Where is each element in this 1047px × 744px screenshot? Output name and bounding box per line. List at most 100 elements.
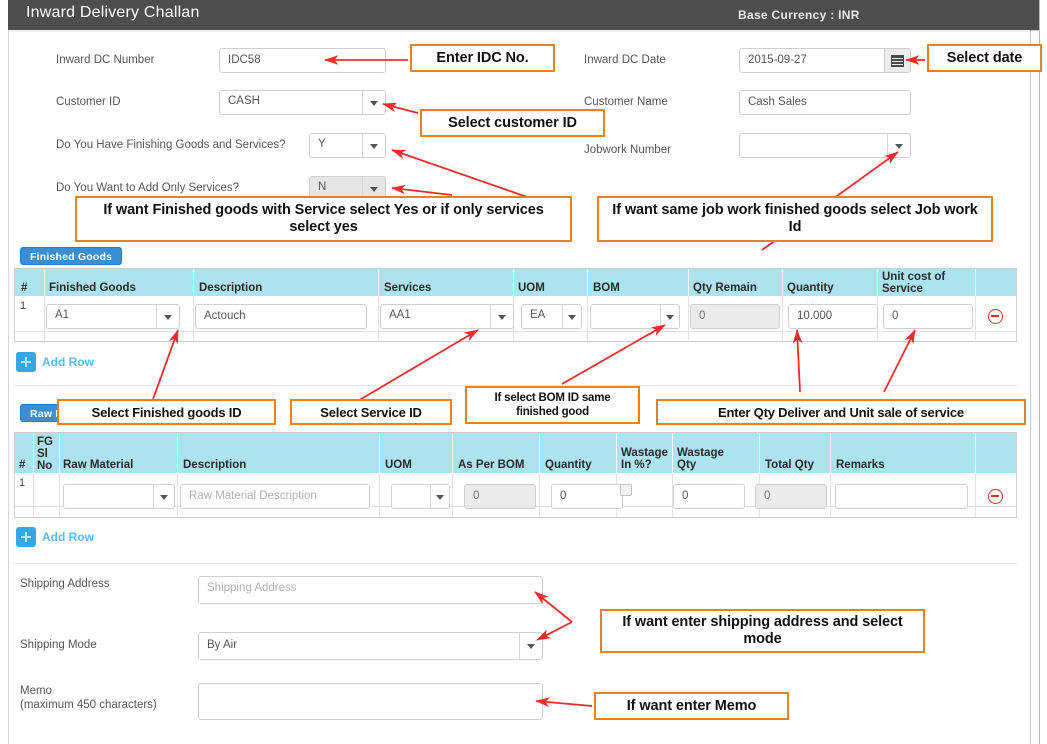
chevron-down-icon[interactable]: [156, 305, 179, 328]
label-jobwork-number: Jobwork Number: [584, 144, 671, 156]
row-remarks-input[interactable]: [835, 484, 968, 509]
customer-name-input[interactable]: Cash Sales: [739, 90, 911, 115]
col-header-remarks: Remarks: [836, 459, 885, 471]
jobwork-number-select[interactable]: [739, 133, 911, 158]
row-bom-select[interactable]: [590, 304, 680, 329]
shipping-mode-value: By Air: [207, 639, 238, 651]
annotation-select-date: Select date: [927, 44, 1042, 72]
header-divider: [8, 30, 1031, 32]
annotation-select-finished-goods-id: Select Finished goods ID: [57, 399, 276, 425]
plus-icon: [21, 532, 31, 542]
annotation-enter-idc-no: Enter IDC No.: [410, 44, 555, 72]
label-memo-sublabel: (maximum 450 characters): [20, 699, 157, 711]
row-finished-goods-select[interactable]: A1: [46, 304, 180, 329]
memo-textarea[interactable]: [198, 683, 543, 720]
add-row-label: Add Row: [42, 355, 94, 369]
label-inward-dc-date: Inward DC Date: [584, 54, 666, 66]
row-raw-material-select[interactable]: [63, 484, 175, 509]
plus-icon: [21, 357, 31, 367]
col-header-raw-material: Raw Material: [63, 459, 134, 471]
annotation-finished-goods-service-hint: If want Finished goods with Service sele…: [75, 196, 572, 242]
table-row-number: 1: [19, 477, 26, 489]
chevron-down-icon[interactable]: [562, 305, 581, 328]
label-customer-id: Customer ID: [56, 96, 121, 108]
viewport-right-edge: [1039, 0, 1040, 744]
label-shipping-address: Shipping Address: [20, 578, 110, 590]
annotation-jobwork-hint: If want same job work finished goods sel…: [597, 196, 993, 242]
label-customer-name: Customer Name: [584, 96, 668, 108]
row-qty-remain-input: 0: [690, 304, 780, 329]
col-header-total-qty: Total Qty: [765, 459, 814, 471]
col-header-description: Description: [199, 282, 263, 294]
table-row-number: 1: [20, 300, 27, 312]
date-picker-button[interactable]: [885, 48, 911, 73]
inward-dc-number-input[interactable]: IDC58: [219, 48, 386, 73]
add-row-button-finished-goods[interactable]: Add Row: [16, 352, 106, 374]
row-services-select[interactable]: AA1: [380, 304, 514, 329]
col-header-as-per-bom: As Per BOM: [458, 459, 525, 471]
col-header-qty-remain: Qty Remain: [693, 282, 757, 294]
col-header-finished-goods: Finished Goods: [49, 282, 136, 294]
col-header-unit-cost-of-service: Unit cost of Service: [882, 271, 946, 295]
tab-finished-goods[interactable]: Finished Goods: [20, 247, 123, 265]
row-description-input[interactable]: Actouch: [195, 304, 367, 329]
has-finishing-goods-value: Y: [318, 138, 326, 150]
row-as-per-bom-input: 0: [464, 484, 536, 509]
label-add-only-services: Do You Want to Add Only Services?: [56, 182, 240, 194]
row-wastage-in-pct-checkbox[interactable]: [620, 484, 632, 496]
window-title-bar: Inward Delivery Challan Base Currency : …: [8, 0, 1039, 30]
remove-row-button-fg[interactable]: [988, 309, 1003, 324]
chevron-down-icon[interactable]: [887, 134, 910, 157]
row-uom-value: EA: [530, 309, 546, 321]
inward-dc-date-input[interactable]: 2015-09-27: [739, 48, 885, 73]
page-right-border: [1030, 30, 1031, 744]
chevron-down-icon[interactable]: [362, 134, 385, 157]
col-header-num: #: [19, 459, 26, 471]
col-header-quantity: Quantity: [787, 282, 834, 294]
app-window: Inward Delivery Challan Base Currency : …: [0, 0, 1047, 744]
add-only-services-value: N: [318, 181, 327, 193]
row-raw-material-description-input[interactable]: Raw Material Description: [180, 484, 370, 509]
col-header-wastage-qty: Wastage Qty: [677, 447, 724, 471]
col-header-description: Description: [183, 459, 247, 471]
customer-id-select[interactable]: CASH: [219, 90, 386, 115]
col-header-bom: BOM: [593, 282, 620, 294]
row-unit-cost-of-service-input[interactable]: 0: [883, 304, 973, 329]
row-quantity-input[interactable]: 10.000: [788, 304, 878, 329]
row-uom-select[interactable]: EA: [521, 304, 582, 329]
chevron-down-icon[interactable]: [430, 485, 449, 508]
label-memo: Memo: [20, 685, 52, 697]
col-header-num: #: [21, 282, 28, 294]
chevron-down-icon[interactable]: [153, 485, 174, 508]
chevron-down-icon[interactable]: [660, 305, 679, 328]
customer-id-value: CASH: [228, 95, 260, 107]
chevron-down-icon[interactable]: [362, 91, 385, 114]
shipping-address-input[interactable]: Shipping Address: [198, 576, 543, 604]
label-inward-dc-number: Inward DC Number: [56, 54, 155, 66]
annotation-memo-hint: If want enter Memo: [594, 692, 789, 720]
annotation-select-bom-id: If select BOM ID same finished good: [465, 386, 640, 424]
annotation-enter-qty-unit-sale: Enter Qty Deliver and Unit sale of servi…: [656, 399, 1026, 425]
col-header-uom: UOM: [518, 282, 545, 294]
row-rm-uom-select[interactable]: [391, 484, 450, 509]
row-total-qty-input: 0: [755, 484, 827, 509]
col-header-services: Services: [384, 282, 432, 294]
col-header-wastage-in-pct: Wastage In %?: [621, 447, 668, 471]
page-left-border: [8, 30, 9, 744]
chevron-down-icon[interactable]: [519, 633, 542, 659]
row-wastage-qty-input[interactable]: 0: [673, 484, 745, 509]
annotation-select-customer-id: Select customer ID: [420, 109, 605, 137]
shipping-mode-select[interactable]: By Air: [198, 632, 543, 660]
col-header-uom: UOM: [385, 459, 412, 471]
label-shipping-mode: Shipping Mode: [20, 639, 97, 651]
base-currency-label: Base Currency : INR: [738, 8, 860, 22]
add-row-button-raw-material[interactable]: Add Row: [16, 527, 106, 549]
remove-row-button-rm[interactable]: [988, 489, 1003, 504]
chevron-down-icon[interactable]: [490, 305, 513, 328]
has-finishing-goods-select[interactable]: Y: [309, 133, 386, 158]
label-has-finishing-goods: Do You Have Finishing Goods and Services…: [56, 139, 286, 151]
annotation-select-service-id: Select Service ID: [290, 399, 452, 425]
annotation-shipping-hint: If want enter shipping address and selec…: [600, 609, 925, 653]
col-header-fg-sl-no: FG Sl No: [37, 436, 53, 472]
row-rm-quantity-input[interactable]: 0: [551, 484, 623, 509]
